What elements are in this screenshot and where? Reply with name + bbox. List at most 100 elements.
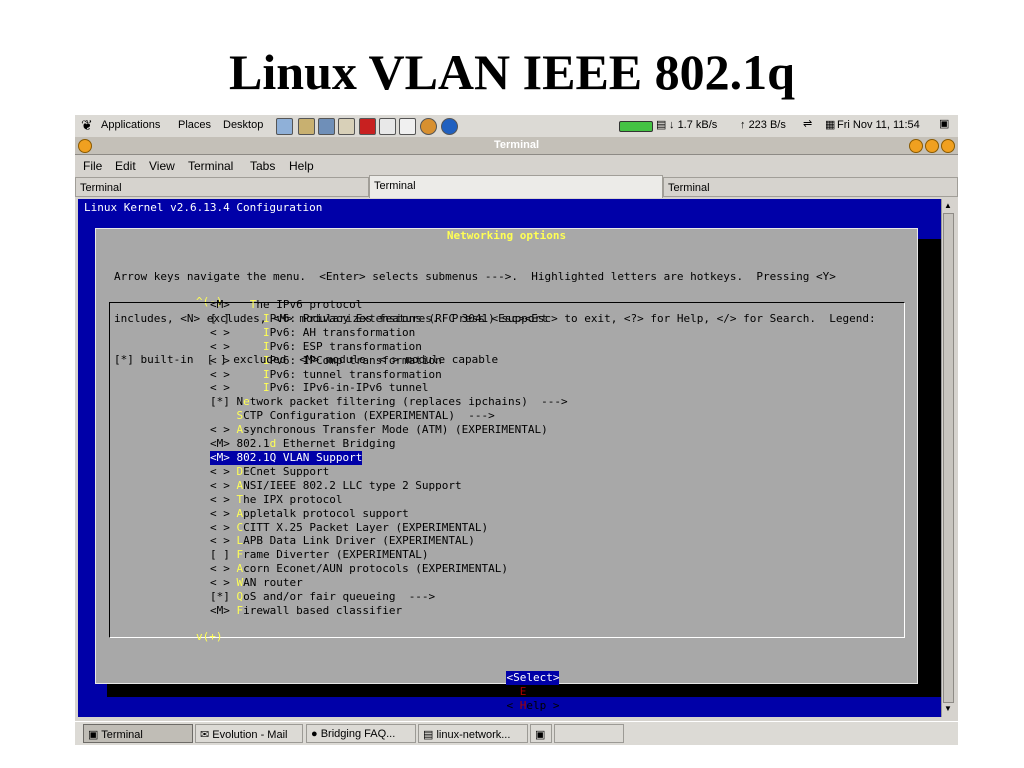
menu-item-label: < > WAN router (210, 576, 303, 590)
help-launcher-icon[interactable] (420, 118, 437, 135)
menu-item[interactable]: [ ] Frame Diverter (EXPERIMENTAL) (210, 548, 568, 562)
menu-box: <M> The IPv6 protocol[ ] IPv6: Privacy E… (109, 298, 905, 638)
hotkey-letter: 8 (236, 450, 244, 464)
hotkey-letter: H (519, 698, 527, 712)
menu-item[interactable]: < > IPv6: ESP transformation (210, 340, 568, 354)
task-terminal[interactable]: ▣ Terminal (83, 724, 193, 743)
menu-item[interactable]: < > CCITT X.25 Packet Layer (EXPERIMENTA… (210, 521, 568, 535)
menu-item[interactable]: <M> The IPv6 protocol (210, 298, 568, 312)
redhat-launcher-icon[interactable] (359, 118, 376, 135)
hotkey-letter: d (269, 437, 277, 451)
network-applet-icon[interactable]: ▦ (825, 118, 835, 131)
menu-item[interactable]: < > Acorn Econet/AUN protocols (EXPERIME… (210, 562, 568, 576)
menu-item[interactable]: < > ANSI/IEEE 802.2 LLC type 2 Support (210, 479, 568, 493)
menu-file[interactable]: File (83, 159, 102, 173)
draw-launcher-icon[interactable] (379, 118, 396, 135)
workspace-switcher[interactable] (554, 724, 624, 743)
battery-icon (619, 121, 653, 132)
hotkey-letter: I (262, 353, 270, 367)
menu-edit[interactable]: Edit (115, 159, 136, 173)
hotkey-letter: W (236, 576, 244, 590)
hotkey-letter: T (236, 492, 244, 506)
menu-item[interactable]: < > IPv6: IPv6-in-IPv6 tunnel (210, 381, 568, 395)
hotkey-letter: e (243, 395, 250, 409)
scroll-up-arrow-icon[interactable]: ▲ (944, 201, 952, 210)
scroll-down-arrow-icon[interactable]: ▼ (944, 704, 952, 713)
menu-item[interactable]: < > The IPX protocol (210, 493, 568, 507)
menu-item[interactable]: < > IPv6: tunnel transformation (210, 368, 568, 382)
workspace-icon: ▣ (535, 729, 546, 741)
menu-item-label: [ ] Frame Diverter (EXPERIMENTAL) (210, 548, 429, 562)
selected-menu-item-label: <M> 802.1Q VLAN Support (210, 450, 363, 465)
maximize-button[interactable] (925, 139, 939, 153)
menu-item[interactable]: <M> Firewall based classifier (210, 604, 568, 618)
places-menu[interactable]: Places (178, 119, 211, 131)
applications-menu[interactable]: Applications (101, 119, 160, 131)
tab-terminal-2[interactable]: Terminal (369, 175, 663, 198)
tab-terminal-1[interactable]: Terminal (75, 177, 369, 197)
menu-item[interactable]: < > IPv6: AH transformation (210, 326, 568, 340)
task-linux-network[interactable]: ▤ linux-network... (418, 724, 528, 743)
network-launcher-icon[interactable] (276, 118, 293, 135)
menu-item[interactable]: < > WAN router (210, 576, 568, 590)
menu-item[interactable]: SCTP Configuration (EXPERIMENTAL) ---> (210, 409, 568, 423)
clock[interactable]: Fri Nov 11, 11:54 (837, 119, 920, 131)
hotkey-letter: E (519, 684, 527, 698)
menu-item[interactable]: [*] Network packet filtering (replaces i… (210, 395, 568, 409)
menuconfig-dialog: Networking options Arrow keys navigate t… (95, 228, 918, 712)
task-evolution[interactable]: ✉ Evolution - Mail (195, 724, 303, 743)
volume-icon[interactable]: ⇌ (803, 117, 812, 130)
menu-item[interactable]: < > IPv6: IPComp transformation (210, 354, 568, 368)
menu-terminal[interactable]: Terminal (188, 159, 233, 173)
hotkey-letter: A (236, 478, 244, 492)
menu-tabs[interactable]: Tabs (250, 159, 275, 173)
gnome-foot-icon[interactable]: ❦ (81, 117, 93, 134)
menu-item[interactable]: < > DECnet Support (210, 465, 568, 479)
minimize-button[interactable] (909, 139, 923, 153)
terminal-screen[interactable]: Linux Kernel v2.6.13.4 Configuration Net… (78, 199, 956, 717)
menu-view[interactable]: View (149, 159, 175, 173)
task-bridging-faq[interactable]: ● Bridging FAQ... (306, 724, 416, 743)
menu-help[interactable]: Help (289, 159, 314, 173)
browser-launcher-icon[interactable] (441, 118, 458, 135)
menu-item[interactable]: < > Appletalk protocol support (210, 507, 568, 521)
select-button[interactable]: <Select> (506, 670, 560, 685)
menu-item[interactable]: [*] QoS and/or fair queueing ---> (210, 590, 568, 604)
task-label: Bridging FAQ... (320, 728, 396, 740)
hotkey-letter: I (262, 325, 270, 339)
editor-launcher-icon[interactable] (399, 118, 416, 135)
task-label: Evolution - Mail (212, 729, 288, 741)
menu-item[interactable]: < > Asynchronous Transfer Mode (ATM) (EX… (210, 423, 568, 437)
menu-item[interactable]: <M> 802.1d Ethernet Bridging (210, 437, 568, 451)
task-label: Terminal (101, 729, 143, 741)
notes-launcher-icon[interactable] (298, 118, 315, 135)
desktop-screenshot: ❦ Applications Places Desktop ▤ ↓ 1.7 kB… (75, 115, 958, 745)
hotkey-letter: S (236, 409, 244, 423)
menu-item[interactable]: < > LAPB Data Link Driver (EXPERIMENTAL) (210, 534, 568, 548)
tab-terminal-3[interactable]: Terminal (663, 177, 958, 197)
hotkey-letter: I (262, 381, 270, 395)
menu-item-label: < > Appletalk protocol support (210, 506, 409, 520)
help-line: Arrow keys navigate the menu. <Enter> se… (114, 269, 836, 283)
menu-item[interactable]: <M> 802.1Q VLAN Support (210, 450, 568, 465)
workspace-switcher-1[interactable]: ▣ (530, 724, 552, 743)
menu-item-label: < > IPv6: AH transformation (210, 325, 416, 339)
close-button[interactable] (941, 139, 955, 153)
menubar: File Edit View Terminal Tabs Help (75, 155, 958, 176)
menu-item-label: [*] QoS and/or fair queueing ---> (210, 590, 436, 604)
menu-item[interactable]: [ ] IPv6: Privacy Extensions (RFC 3041) … (210, 312, 568, 326)
desktop-menu[interactable]: Desktop (223, 119, 263, 131)
exit-button[interactable]: < Exit > (506, 685, 559, 699)
hotkey-letter: T (249, 298, 257, 311)
menu-item-label: < > Asynchronous Transfer Mode (ATM) (EX… (210, 423, 548, 437)
terminal-launcher-icon[interactable] (318, 118, 335, 135)
show-desktop-icon[interactable]: ▣ (939, 117, 949, 130)
scrollbar-thumb[interactable] (943, 213, 954, 703)
terminal-scrollbar[interactable]: ▲ ▼ (941, 199, 956, 717)
window-titlebar[interactable]: Terminal (75, 137, 958, 155)
mail-launcher-icon[interactable] (338, 118, 355, 135)
hotkey-letter: S (513, 670, 520, 684)
hotkey-letter: F (236, 548, 244, 562)
help-button[interactable]: < Help > (506, 699, 559, 713)
kernel-config-header: Linux Kernel v2.6.13.4 Configuration (84, 201, 323, 214)
